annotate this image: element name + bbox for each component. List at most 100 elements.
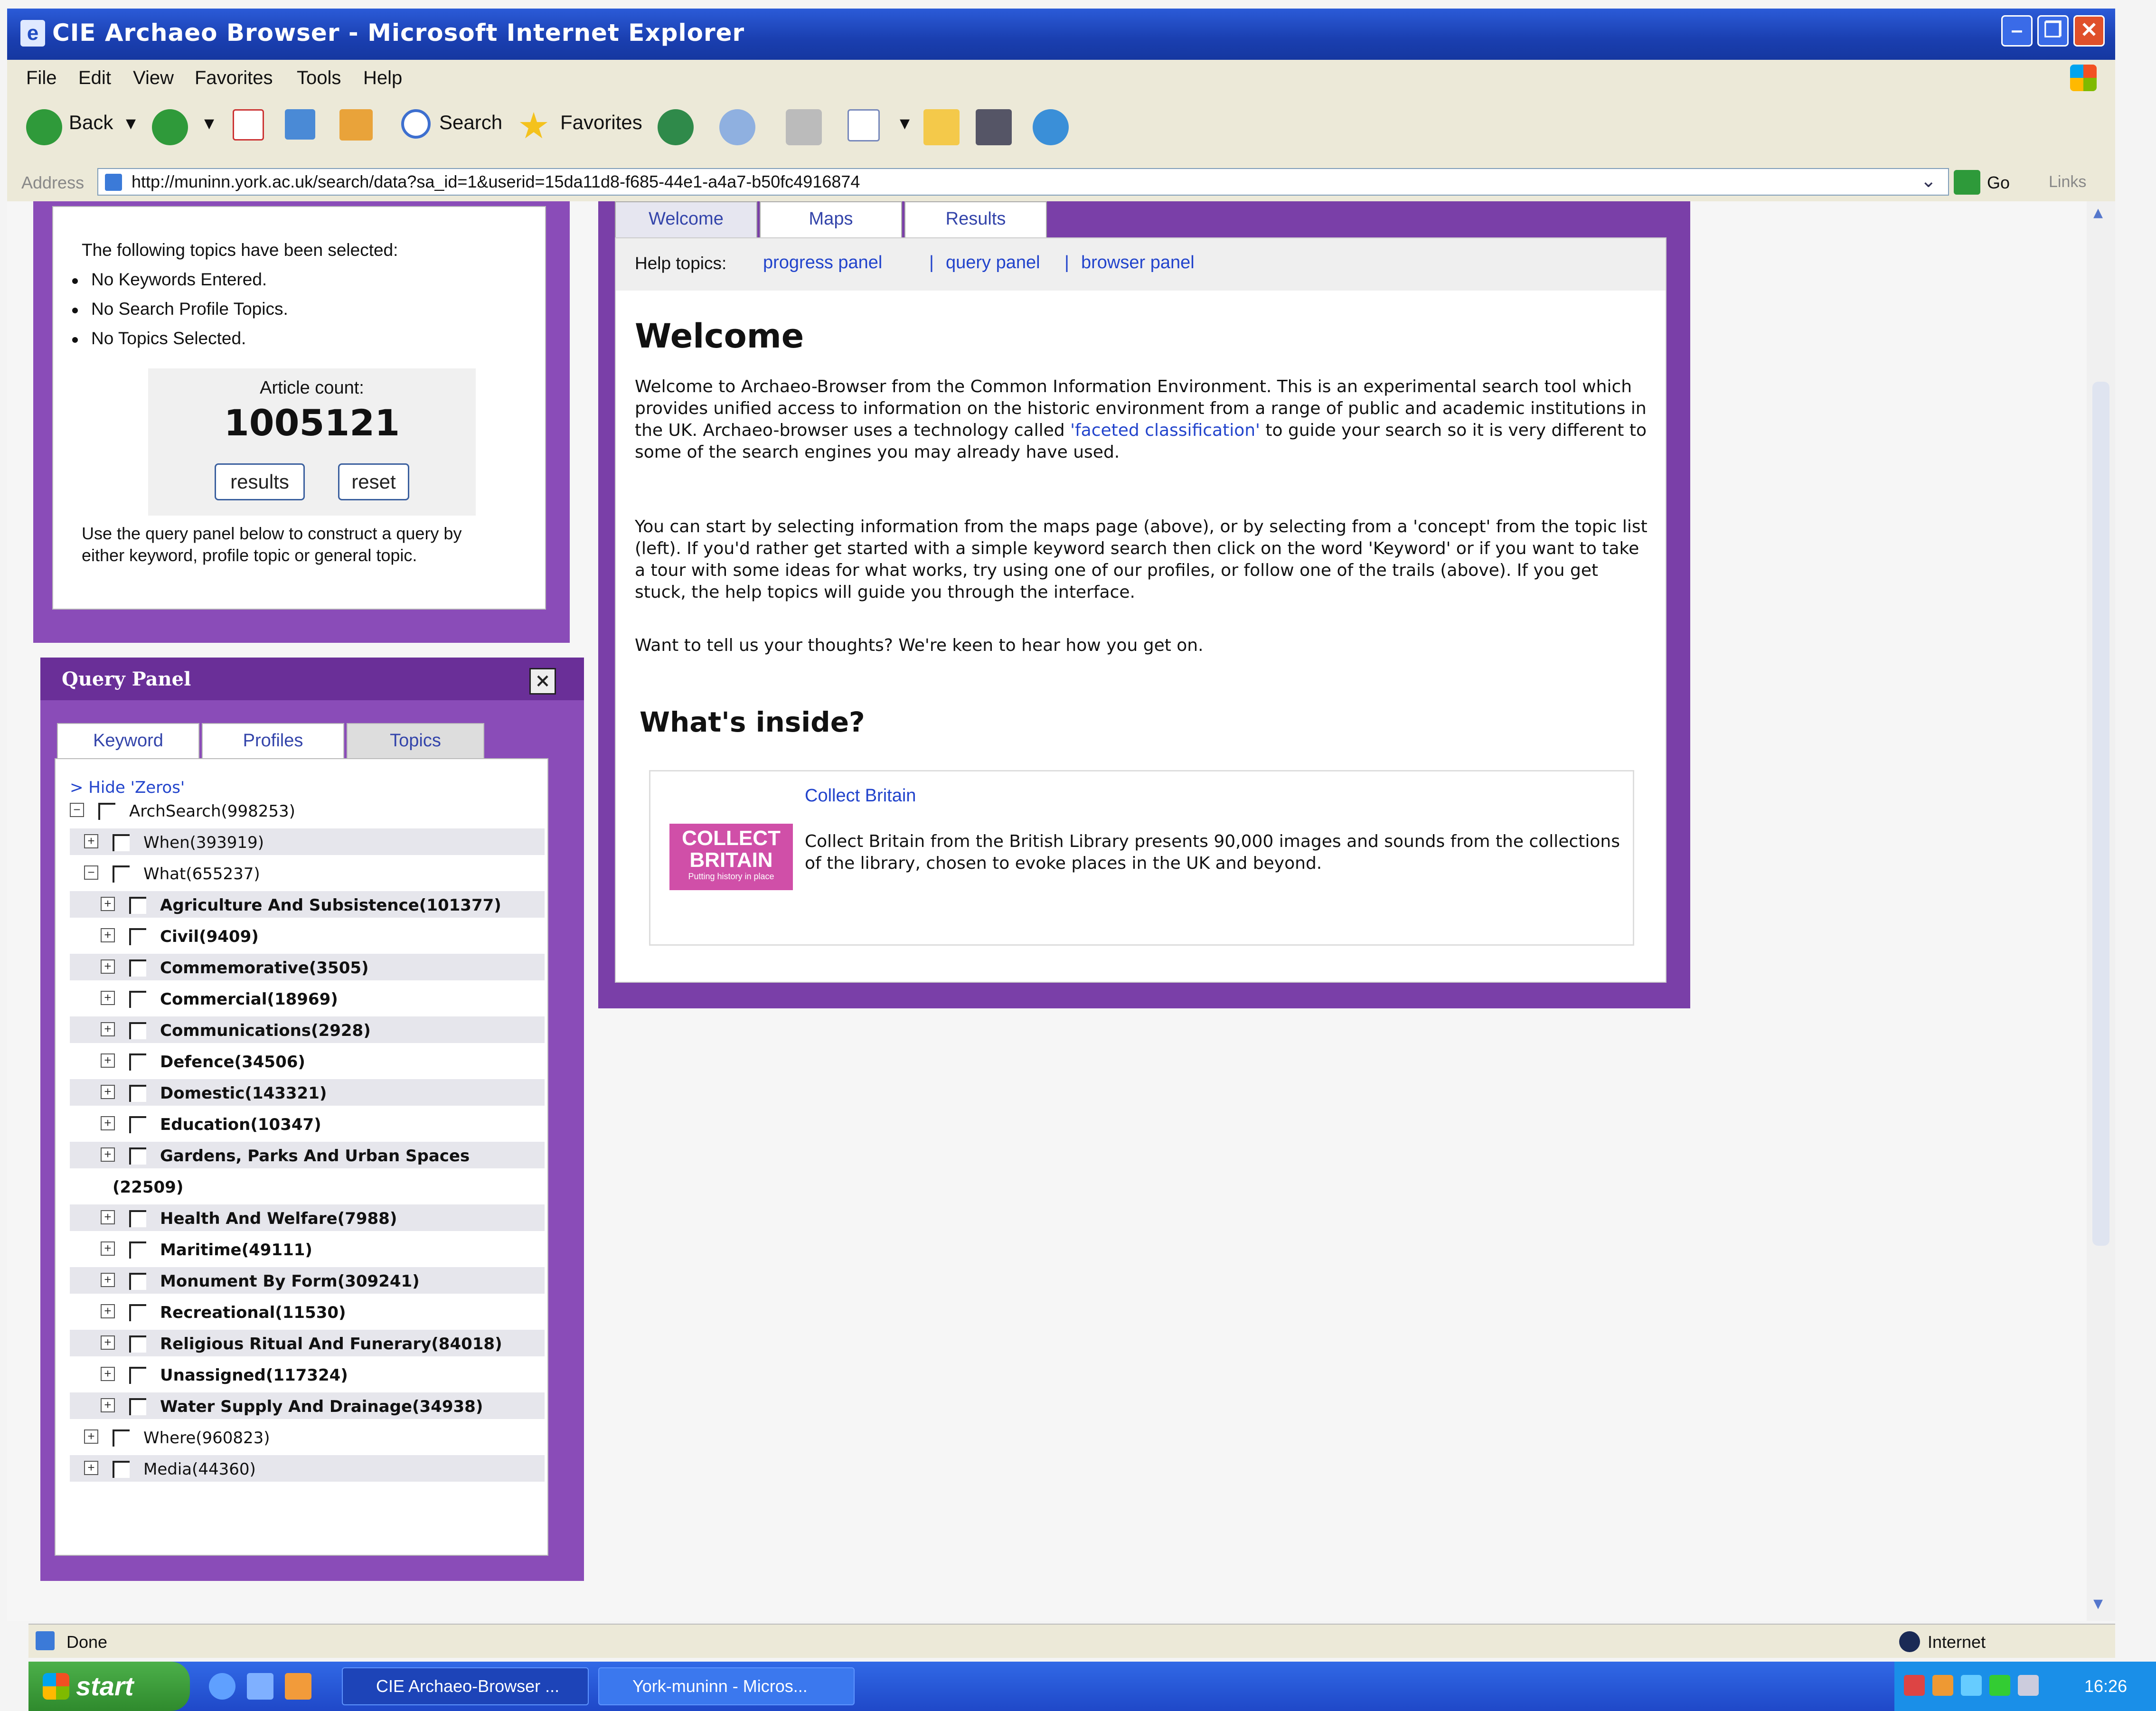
collapse-icon[interactable]: − [70, 803, 84, 817]
topic-label[interactable]: Water Supply And Drainage(34938) [160, 1397, 483, 1416]
topic-checkbox[interactable] [129, 1147, 146, 1165]
forward-arrow-icon[interactable] [152, 109, 188, 145]
topic-label[interactable]: Commemorative(3505) [160, 959, 369, 978]
topic-checkbox[interactable] [129, 1273, 146, 1290]
tray-icon[interactable] [1932, 1675, 1953, 1696]
forward-dropdown-icon[interactable]: ▾ [204, 111, 214, 134]
vertical-scrollbar[interactable]: ▴ ▾ [2087, 201, 2115, 1621]
expand-icon[interactable]: + [101, 1210, 115, 1224]
topic-checkbox[interactable] [129, 928, 146, 945]
folder-icon[interactable] [923, 109, 960, 145]
topic-label[interactable]: Education(10347) [160, 1115, 321, 1134]
topic-checkbox[interactable] [113, 1461, 130, 1478]
expand-icon[interactable]: + [101, 991, 115, 1005]
topic-checkbox[interactable] [129, 897, 146, 914]
topic-checkbox[interactable] [129, 1116, 146, 1133]
topic-label[interactable]: (22509) [113, 1178, 183, 1197]
expand-icon[interactable]: + [101, 1085, 115, 1099]
reset-button[interactable]: reset [338, 463, 409, 500]
topic-checkbox[interactable] [98, 803, 115, 820]
topic-label[interactable]: Monument By Form(309241) [160, 1272, 420, 1291]
research-icon[interactable] [976, 109, 1012, 145]
faceted-classification-link[interactable]: 'faceted classification' [1070, 421, 1260, 440]
close-query-panel-button[interactable]: × [529, 668, 556, 695]
back-arrow-icon[interactable] [26, 109, 62, 145]
mail-icon[interactable] [719, 109, 755, 145]
tab-keyword[interactable]: Keyword [57, 723, 199, 758]
favorites-star-icon[interactable]: ★ [518, 104, 550, 147]
expand-icon[interactable]: + [101, 1022, 115, 1036]
collapse-icon[interactable]: − [84, 865, 98, 880]
topic-label[interactable]: Commercial(18969) [160, 990, 338, 1009]
topic-checkbox[interactable] [129, 991, 146, 1008]
tab-maps[interactable]: Maps [760, 201, 902, 237]
expand-icon[interactable]: + [84, 834, 98, 848]
menu-help[interactable]: Help [363, 67, 402, 89]
topic-checkbox[interactable] [129, 1398, 146, 1415]
restore-button[interactable]: ❐ [2037, 15, 2069, 47]
search-button[interactable]: Search [439, 111, 502, 134]
topic-checkbox[interactable] [129, 1304, 146, 1321]
back-button[interactable]: Back [69, 111, 113, 134]
topic-checkbox[interactable] [129, 1241, 146, 1259]
help-link-query-panel[interactable]: query panel [946, 253, 1040, 273]
expand-icon[interactable]: + [101, 1398, 115, 1412]
scroll-up-icon[interactable]: ▴ [2093, 201, 2103, 223]
history-icon[interactable] [658, 109, 694, 145]
back-dropdown-icon[interactable]: ▾ [126, 111, 136, 134]
favorites-button[interactable]: Favorites [560, 111, 642, 134]
topic-checkbox[interactable] [129, 1053, 146, 1071]
links-label[interactable]: Links [2049, 173, 2086, 191]
topic-label[interactable]: Defence(34506) [160, 1053, 305, 1072]
topic-checkbox[interactable] [129, 1367, 146, 1384]
tab-results[interactable]: Results [904, 201, 1047, 237]
expand-icon[interactable]: + [84, 1461, 98, 1475]
topic-label[interactable]: Gardens, Parks And Urban Spaces [160, 1147, 470, 1166]
tray-icon[interactable] [1961, 1675, 1982, 1696]
task-archaeo-browser[interactable]: CIE Archaeo-Browser ... [342, 1667, 589, 1705]
expand-icon[interactable]: + [101, 959, 115, 974]
go-button[interactable]: Go [1987, 173, 2010, 193]
hide-zeros-link[interactable]: > Hide 'Zeros' [70, 778, 185, 797]
expand-icon[interactable]: + [101, 1147, 115, 1162]
messenger-icon[interactable] [1033, 109, 1069, 145]
collect-britain-logo[interactable]: COLLECT BRITAIN Putting history in place [669, 824, 793, 890]
start-button[interactable]: start [28, 1662, 190, 1711]
tray-icon[interactable] [1989, 1675, 2010, 1696]
topic-label[interactable]: What(655237) [143, 865, 260, 884]
search-icon[interactable] [401, 109, 431, 139]
topic-label[interactable]: Where(960823) [143, 1429, 270, 1448]
expand-icon[interactable]: + [101, 1241, 115, 1256]
topic-label[interactable]: Unassigned(117324) [160, 1366, 348, 1385]
collect-britain-link[interactable]: Collect Britain [805, 786, 916, 806]
scrollbar-thumb[interactable] [2092, 382, 2109, 1246]
minimize-button[interactable]: – [2001, 15, 2033, 47]
address-input[interactable]: http://muninn.york.ac.uk/search/data?sa_… [97, 168, 1949, 196]
topic-checkbox[interactable] [129, 1022, 146, 1039]
topic-checkbox[interactable] [113, 834, 130, 851]
topic-label[interactable]: Recreational(11530) [160, 1303, 346, 1322]
topic-checkbox[interactable] [113, 1429, 130, 1447]
scroll-down-icon[interactable]: ▾ [2093, 1592, 2103, 1614]
topic-checkbox[interactable] [113, 865, 130, 883]
home-icon[interactable] [339, 109, 373, 141]
topic-label[interactable]: Religious Ritual And Funerary(84018) [160, 1335, 502, 1354]
menu-favorites[interactable]: Favorites [195, 67, 273, 89]
tab-profiles[interactable]: Profiles [202, 723, 344, 758]
topic-label[interactable]: Agriculture And Subsistence(101377) [160, 896, 501, 915]
expand-icon[interactable]: + [101, 928, 115, 942]
topic-label[interactable]: Civil(9409) [160, 927, 259, 946]
topic-label[interactable]: ArchSearch(998253) [129, 802, 295, 821]
tray-icon[interactable] [2018, 1675, 2039, 1696]
tray-icon[interactable] [1904, 1675, 1925, 1696]
print-icon[interactable] [786, 109, 822, 145]
menu-file[interactable]: File [26, 67, 56, 89]
topic-label[interactable]: When(393919) [143, 833, 264, 852]
go-arrow-icon[interactable] [1954, 170, 1980, 195]
expand-icon[interactable]: + [101, 1116, 115, 1130]
expand-icon[interactable]: + [101, 897, 115, 911]
quicklaunch-media-icon[interactable] [285, 1673, 311, 1700]
address-dropdown-icon[interactable]: ⌄ [1921, 170, 1937, 192]
expand-icon[interactable]: + [101, 1053, 115, 1068]
refresh-icon[interactable] [285, 109, 315, 140]
